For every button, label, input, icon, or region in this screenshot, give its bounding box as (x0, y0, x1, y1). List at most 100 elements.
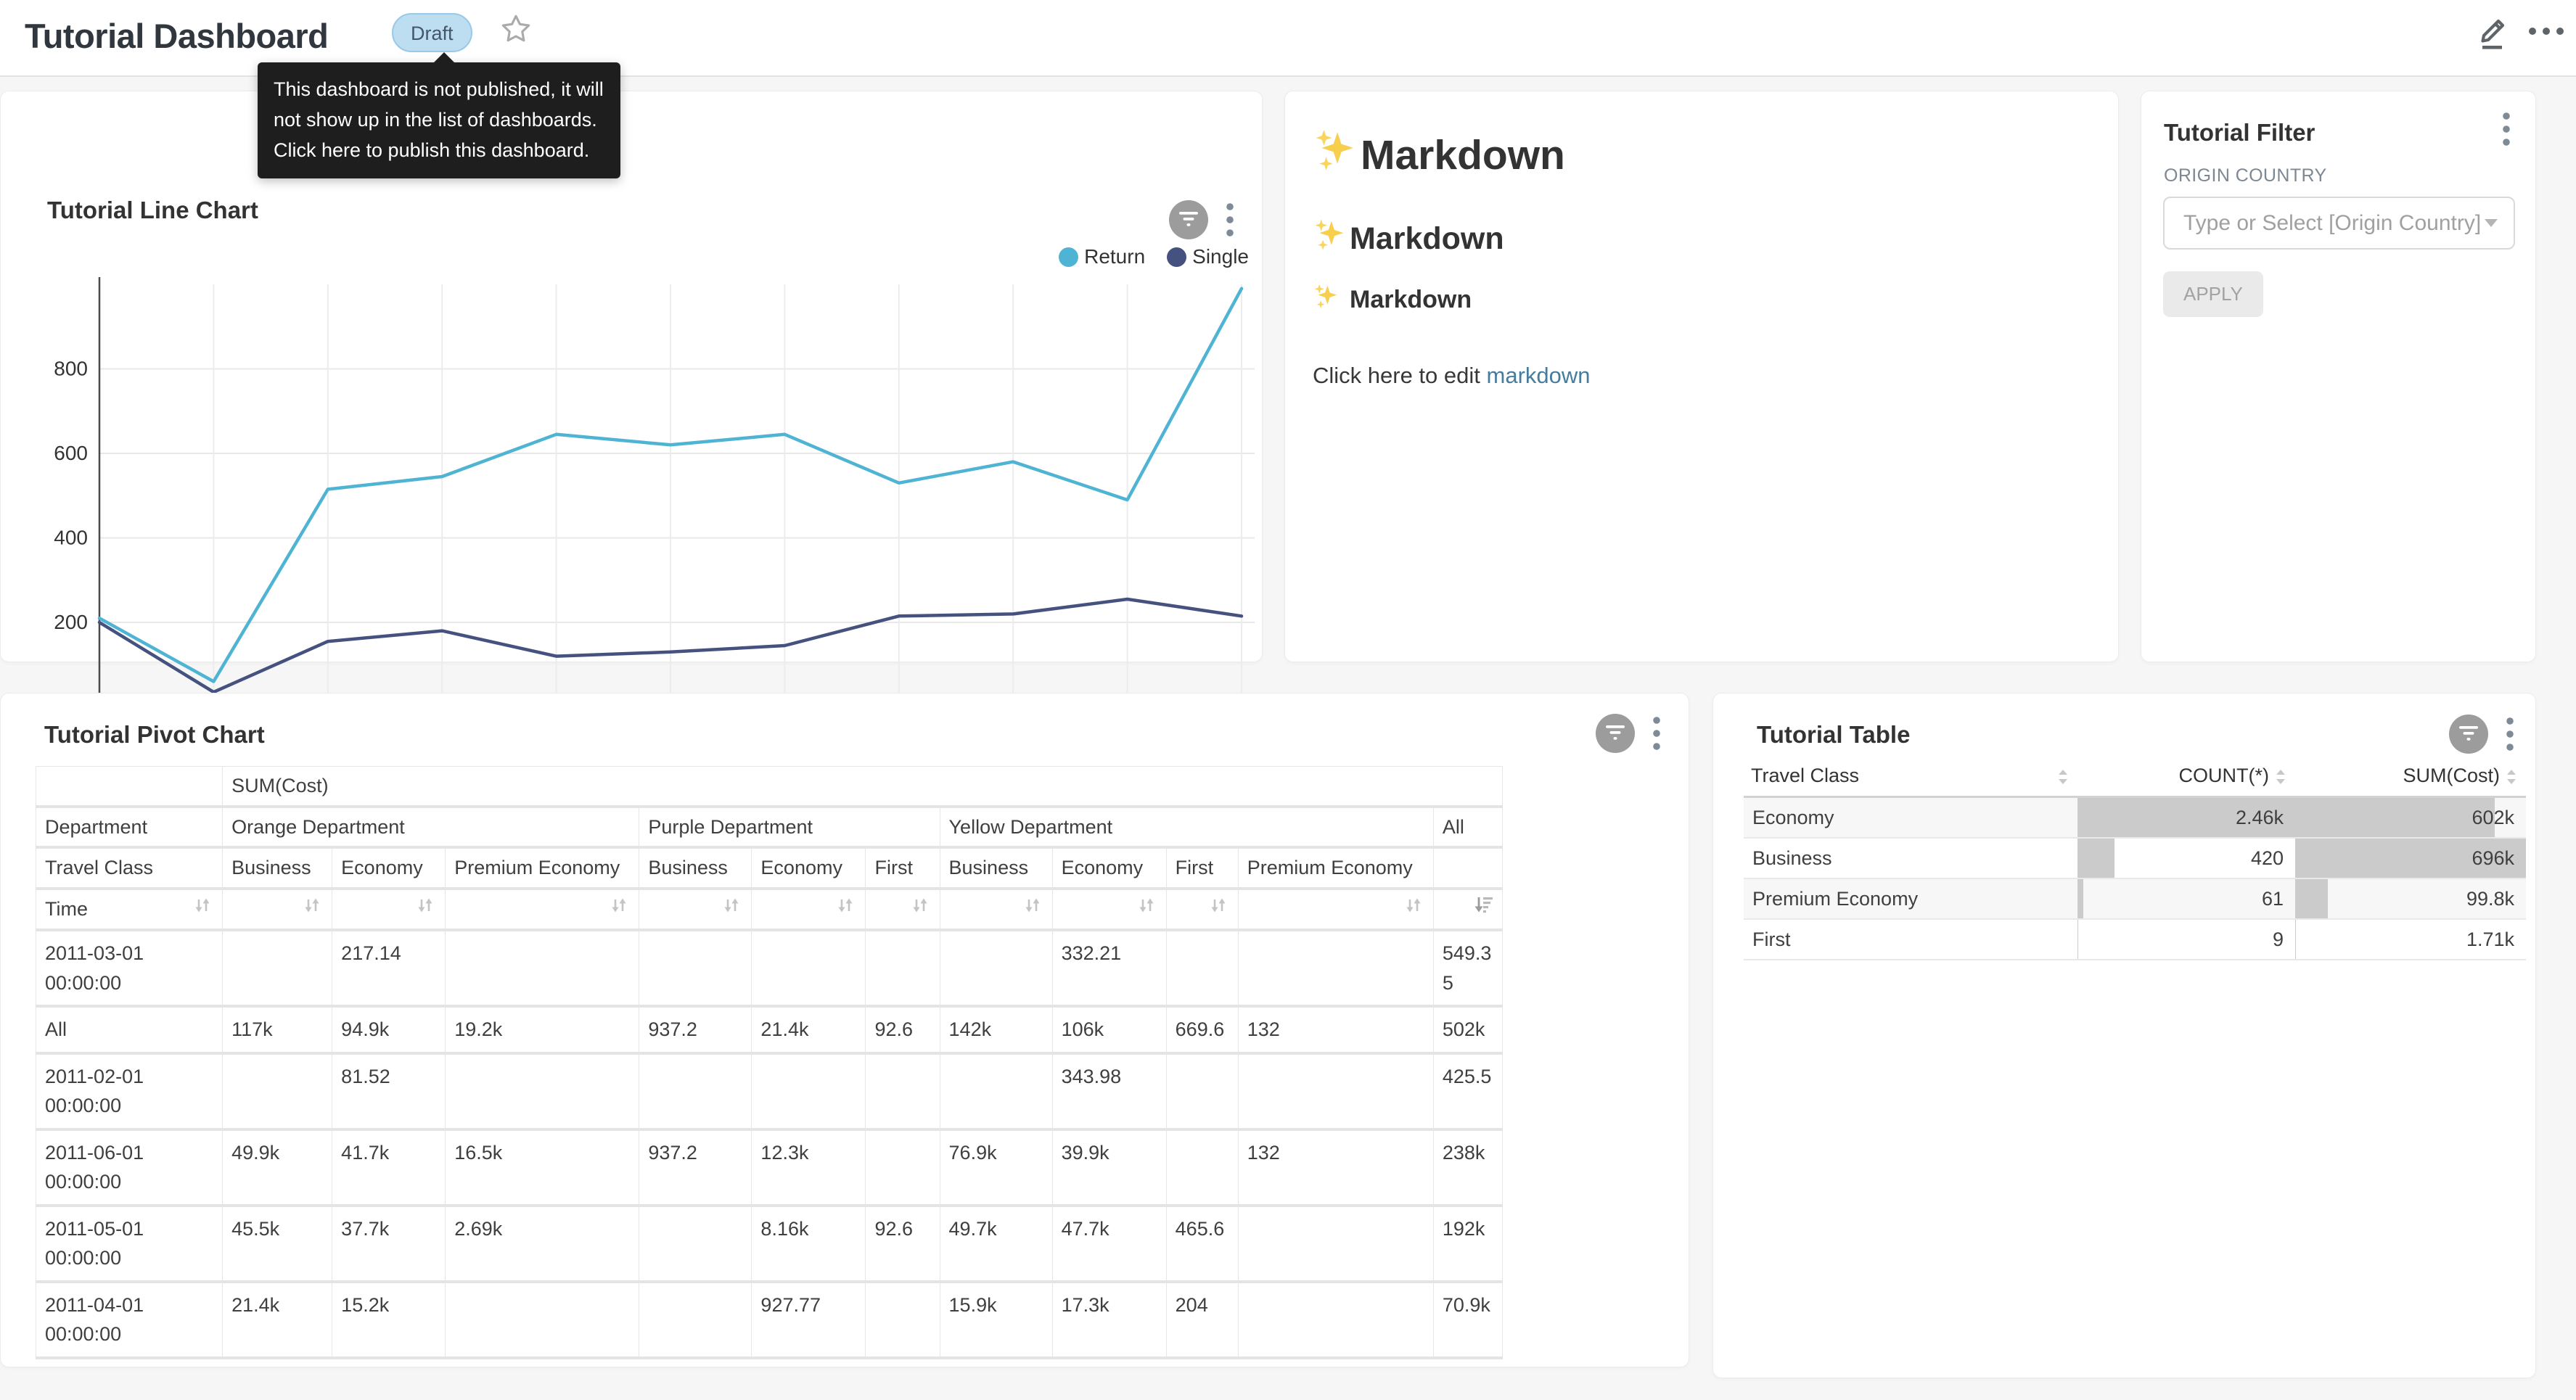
pivot-value-cell (866, 1282, 940, 1358)
pivot-value-cell: 117k (223, 1006, 332, 1053)
cell-count: 61 (2077, 878, 2295, 919)
cross-filter-icon[interactable] (1169, 200, 1208, 239)
sort-icon[interactable] (301, 894, 323, 916)
status-badge[interactable]: Draft (392, 13, 472, 52)
edit-dashboard-icon[interactable] (2473, 10, 2512, 52)
filter-card-title: Tutorial Filter (2164, 119, 2315, 147)
cell-sum: 602k (2295, 796, 2526, 838)
sort-icon[interactable] (1207, 894, 1229, 916)
cross-filter-icon[interactable] (1596, 714, 1635, 753)
pivot-value-cell: 21.4k (223, 1282, 332, 1358)
markdown-edit-link[interactable]: markdown (1487, 363, 1591, 388)
chart-menu-icon[interactable] (1224, 200, 1236, 241)
chart-menu-icon[interactable] (2504, 715, 2516, 755)
pivot-sort-cell-sorted (1433, 889, 1502, 931)
sort-caret-icon[interactable] (2273, 767, 2288, 786)
pivot-value-cell: 92.6 (866, 1206, 940, 1282)
table-row[interactable]: Economy2.46k602k (1744, 796, 2526, 838)
pivot-value-cell (1238, 1053, 1433, 1129)
legend-item-single[interactable]: Single (1167, 245, 1249, 268)
pivot-class-cell: First (866, 847, 940, 889)
table-header-row: Travel ClassCOUNT(*)SUM(Cost) (1744, 756, 2526, 796)
pivot-value-cell (1166, 1129, 1238, 1206)
pivot-value-cell: 106k (1052, 1006, 1166, 1053)
pivot-value-cell: 2.69k (446, 1206, 639, 1282)
pivot-value-cell (1238, 930, 1433, 1006)
legend-label: Return (1084, 245, 1145, 268)
pivot-value-cell (446, 1053, 639, 1129)
table-card: Tutorial Table Travel ClassCOUNT(*)SUM(C… (1712, 693, 2536, 1378)
cell-sum: 696k (2295, 838, 2526, 878)
pivot-value-cell (223, 930, 332, 1006)
sort-icon[interactable] (1022, 894, 1043, 916)
pivot-value-cell: 927.77 (752, 1282, 866, 1358)
table-row[interactable]: Business420696k (1744, 838, 2526, 878)
pivot-value-cell (446, 1282, 639, 1358)
col-header-count[interactable]: COUNT(*) (2077, 756, 2295, 796)
pivot-sort-cell (332, 889, 446, 931)
table-row[interactable]: Premium Economy6199.8k (1744, 878, 2526, 919)
pivot-value-cell: 12.3k (752, 1129, 866, 1206)
pivot-sort-cell (1052, 889, 1166, 931)
pivot-value-cell: 343.98 (1052, 1053, 1166, 1129)
cell-count: 2.46k (2077, 796, 2295, 838)
pivot-row: 2011-03-01 00:00:00217.14332.21549.35 (36, 930, 1503, 1006)
pivot-row: 2011-06-01 00:00:0049.9k41.7k16.5k937.21… (36, 1129, 1503, 1206)
pivot-value-cell (639, 930, 752, 1006)
pivot-value-cell (752, 1053, 866, 1129)
more-menu-icon[interactable] (2527, 20, 2566, 42)
pivot-department-header: Department (36, 807, 223, 848)
pivot-value-cell (866, 1053, 940, 1129)
cross-filter-icon[interactable] (2449, 715, 2488, 754)
pivot-row-label: 2011-03-01 00:00:00 (36, 930, 223, 1006)
pivot-row-label: All (36, 1006, 223, 1053)
pivot-class-cell: Economy (752, 847, 866, 889)
line-chart-card: Tutorial Line Chart ReturnSingle 2004006… (0, 91, 1263, 662)
pivot-value-cell: 217.14 (332, 930, 446, 1006)
pivot-value-cell: 39.9k (1052, 1129, 1166, 1206)
pivot-value-cell: 49.9k (223, 1129, 332, 1206)
legend-dot (1167, 247, 1186, 267)
pivot-value-cell: 16.5k (446, 1129, 639, 1206)
sort-icon[interactable] (1136, 894, 1157, 916)
pivot-sort-cell (752, 889, 866, 931)
sort-icon[interactable] (608, 894, 630, 916)
pivot-value-cell (866, 930, 940, 1006)
legend-item-return[interactable]: Return (1059, 245, 1145, 268)
sort-icon[interactable] (192, 894, 213, 916)
filter-menu-icon[interactable] (2501, 110, 2512, 150)
sort-icon[interactable] (721, 894, 742, 916)
pivot-value-cell (446, 930, 639, 1006)
col-header-sum-cost[interactable]: SUM(Cost) (2295, 756, 2526, 796)
favorite-star-icon[interactable] (499, 12, 533, 46)
pivot-value-cell (1166, 930, 1238, 1006)
pivot-corner-cell (36, 767, 223, 807)
sort-icon[interactable] (1403, 894, 1424, 916)
pivot-value-cell: 669.6 (1166, 1006, 1238, 1053)
origin-country-select[interactable]: Type or Select [Origin Country] (2163, 197, 2515, 250)
sort-icon[interactable] (414, 894, 436, 916)
pivot-class-cell (1433, 847, 1502, 889)
pivot-row-label: 2011-05-01 00:00:00 (36, 1206, 223, 1282)
apply-button[interactable]: APPLY (2163, 271, 2263, 317)
sort-icon[interactable] (834, 894, 856, 916)
col-header-travel-class[interactable]: Travel Class (1744, 756, 2077, 796)
pivot-class-cell: Economy (1052, 847, 1166, 889)
sort-caret-icon[interactable] (2504, 767, 2519, 786)
pivot-value-cell: 15.9k (940, 1282, 1052, 1358)
line-chart[interactable]: 200400600800FebruaryMarchAprilMayJuneJul… (1, 273, 1263, 752)
pivot-class-cell: First (1166, 847, 1238, 889)
pivot-row: 2011-05-01 00:00:0045.5k37.7k2.69k8.16k9… (36, 1206, 1503, 1282)
pivot-value-cell (1238, 1206, 1433, 1282)
sort-desc-icon[interactable] (1472, 894, 1493, 916)
legend-dot (1059, 247, 1078, 267)
pivot-value-cell: 204 (1166, 1282, 1238, 1358)
pivot-value-cell: 937.2 (639, 1006, 752, 1053)
pivot-value-cell: 132 (1238, 1006, 1433, 1053)
line-chart-title: Tutorial Line Chart (47, 197, 258, 224)
pivot-value-cell: 425.5 (1433, 1053, 1502, 1129)
chart-menu-icon[interactable] (1651, 714, 1662, 754)
sort-icon[interactable] (909, 894, 931, 916)
table-row[interactable]: First91.71k (1744, 919, 2526, 960)
sort-caret-icon[interactable] (2056, 767, 2070, 786)
